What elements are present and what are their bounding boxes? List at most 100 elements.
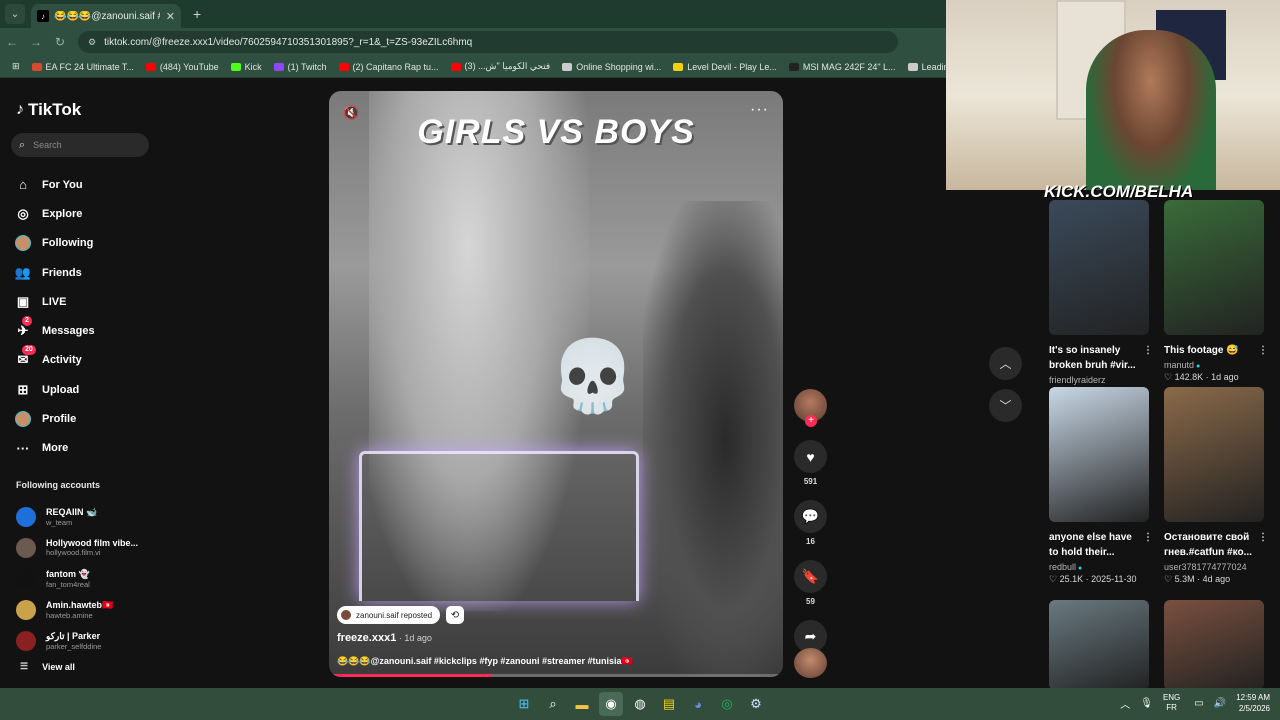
nav-item-live[interactable]: ▣ LIVE: [14, 287, 95, 316]
network-icon[interactable]: ▭: [1194, 698, 1203, 709]
recommended-video-card[interactable]: This footage 😅 ⋮ manutd ● ♡ 142.8K · 1d ago: [1164, 200, 1268, 383]
chrome-icon[interactable]: ◉: [599, 692, 623, 716]
bookmark-item[interactable]: (484) YouTube: [145, 62, 219, 72]
bookmark-label: MSI MAG 242F 24" L...: [802, 61, 896, 72]
mute-icon[interactable]: 🔇: [343, 105, 359, 121]
previous-video-button[interactable]: ︿: [989, 347, 1022, 380]
bookmark-item[interactable]: (1) Twitch: [273, 62, 327, 72]
browser-tab-active[interactable]: ♪ 😂😂😂@zanouni.saif #kickcli ✕: [31, 4, 181, 28]
windows-start-icon[interactable]: ⊞: [512, 692, 536, 716]
more-options-icon[interactable]: ···: [750, 101, 769, 119]
bookmark-icon[interactable]: 🔖: [794, 560, 827, 593]
video-thumbnail[interactable]: [1049, 387, 1149, 522]
tab-title: 😂😂😂@zanouni.saif #kickcli: [54, 10, 160, 22]
video-thumbnail[interactable]: [1049, 200, 1149, 335]
video-thumbnail[interactable]: [1049, 600, 1149, 690]
nav-activity-icon: ✉ 20: [14, 345, 36, 369]
new-tab-button[interactable]: +: [193, 6, 201, 22]
card-more-icon[interactable]: ⋮: [1143, 343, 1153, 358]
card-title: Остановите свой гнев.#catfun #ко...: [1164, 532, 1252, 558]
tray-chevron-icon[interactable]: ︿: [1120, 696, 1130, 711]
recommended-video-card[interactable]: [1049, 600, 1149, 690]
comment-icon[interactable]: 💬: [794, 500, 827, 533]
recommended-video-card[interactable]: [1164, 600, 1264, 690]
following-account[interactable]: REQAIIN 🐋 w_team: [16, 501, 138, 532]
bookmark-item[interactable]: Kick: [230, 62, 262, 72]
comment-action[interactable]: 💬 16: [794, 500, 827, 546]
sound-avatar[interactable]: [794, 648, 827, 678]
site-info-icon[interactable]: ⚙: [88, 37, 96, 48]
bookmark-item[interactable]: Online Shopping wi...: [562, 62, 661, 72]
discord-icon[interactable]: ◕: [686, 692, 710, 716]
view-all-link[interactable]: ☰ View all: [20, 661, 75, 672]
nav-item-for-you[interactable]: ⌂ For You: [14, 170, 95, 199]
nav-item-following[interactable]: Following: [14, 229, 95, 258]
spotify-icon[interactable]: ◎: [715, 692, 739, 716]
clock[interactable]: 12:59 AM 2/5/2026: [1236, 692, 1270, 714]
card-more-icon[interactable]: ⋮: [1258, 343, 1268, 358]
language-indicator[interactable]: ENG FR: [1163, 693, 1180, 713]
video-thumbnail[interactable]: [1164, 200, 1264, 335]
tiktok-logo[interactable]: ♪ TikTok: [16, 100, 81, 120]
reload-button[interactable]: ↻: [48, 35, 72, 49]
url-field[interactable]: ⚙ tiktok.com/@freeze.xxx1/video/76025947…: [78, 31, 898, 53]
card-author[interactable]: friendlyraiderz: [1049, 375, 1106, 385]
notes-icon[interactable]: ▤: [657, 692, 681, 716]
close-tab-icon[interactable]: ✕: [166, 10, 175, 23]
nav-label: Friends: [42, 266, 82, 279]
recommended-video-card[interactable]: anyone else have to hold their... ⋮ redbul…: [1049, 387, 1153, 585]
next-video-button[interactable]: ﹀: [989, 389, 1022, 422]
video-led-frame: [359, 451, 639, 601]
nav-friends-icon: 👥: [14, 264, 32, 280]
tab-search-button[interactable]: ⌄: [5, 4, 25, 24]
repost-chip[interactable]: zanouni.saif reposted: [337, 606, 441, 624]
video-author[interactable]: freeze.xxx1: [337, 632, 396, 644]
search-input[interactable]: ⌕ Search: [11, 133, 149, 157]
video-thumbnail[interactable]: [1164, 600, 1264, 690]
steam-icon[interactable]: ⚙: [744, 692, 768, 716]
nav-item-messages[interactable]: ✈ 2 Messages: [14, 316, 95, 345]
repost-icon[interactable]: ⟲: [446, 606, 464, 624]
video-player[interactable]: GIRLS VS BOYS 💀 🔇 ··· zanouni.saif repos…: [329, 91, 783, 677]
card-more-icon[interactable]: ⋮: [1258, 530, 1268, 545]
creator-avatar[interactable]: +: [794, 389, 827, 427]
bookmark-item[interactable]: (2) Capitano Rap tu...: [338, 62, 439, 72]
nav-label: Following: [42, 237, 94, 250]
card-more-icon[interactable]: ⋮: [1143, 530, 1153, 545]
nav-item-explore[interactable]: ◎ Explore: [14, 199, 95, 228]
video-caption[interactable]: 😂😂😂@zanouni.saif #kickclips #fyp #zanoun…: [337, 656, 633, 667]
volume-icon[interactable]: 🔊: [1214, 698, 1226, 709]
following-account[interactable]: fantom 👻 fan_tom4real: [16, 563, 138, 594]
card-author[interactable]: user3781774777024: [1164, 562, 1247, 572]
nav-item-profile[interactable]: Profile: [14, 404, 95, 433]
back-button[interactable]: ←: [0, 35, 24, 49]
following-account[interactable]: تاركو | Parker parker_selfddine: [16, 625, 138, 656]
following-account[interactable]: Hollywood film vibe... hollywood.film.vi: [16, 532, 138, 563]
video-thumbnail[interactable]: [1164, 387, 1264, 522]
follow-plus-icon[interactable]: +: [805, 415, 817, 427]
microphone-icon[interactable]: 🎙: [1140, 698, 1153, 709]
forward-button[interactable]: →: [24, 35, 48, 49]
nav-item-friends[interactable]: 👥 Friends: [14, 258, 95, 287]
bookmark-item[interactable]: فتحي الكوميا "ش... (3): [450, 61, 550, 72]
nav-item-upload[interactable]: ⊞ Upload: [14, 375, 95, 404]
search-taskbar-icon[interactable]: ⌕: [541, 692, 565, 716]
following-account[interactable]: Amin.hawteb🇹🇳 hawteb.amine: [16, 594, 138, 625]
card-author[interactable]: redbull: [1049, 562, 1076, 572]
heart-icon[interactable]: ♥: [794, 440, 827, 473]
recommended-video-card[interactable]: Остановите свой гнев.#catfun #ко... ⋮ user…: [1164, 387, 1268, 585]
apps-icon[interactable]: ⊞: [12, 61, 20, 72]
bookmark-item[interactable]: Leading Digital Stor...: [907, 62, 946, 72]
bookmark-item[interactable]: EA FC 24 Ultimate T...: [31, 62, 134, 72]
video-progress-bar[interactable]: [329, 674, 783, 677]
nav-item-activity[interactable]: ✉ 20 Activity: [14, 345, 95, 375]
recommended-video-card[interactable]: It's so insanely broken bruh #vir... ⋮ fri…: [1049, 200, 1153, 398]
nav-item-more[interactable]: ··· More: [14, 434, 95, 463]
like-action[interactable]: ♥ 591: [794, 440, 827, 486]
card-author[interactable]: manutd: [1164, 360, 1194, 370]
bookmark-item[interactable]: Level Devil - Play Le...: [673, 62, 777, 72]
file-explorer-icon[interactable]: ▬: [570, 692, 594, 716]
save-action[interactable]: 🔖 59: [794, 560, 827, 606]
obs-icon[interactable]: ◍: [628, 692, 652, 716]
bookmark-item[interactable]: MSI MAG 242F 24" L...: [788, 61, 896, 72]
